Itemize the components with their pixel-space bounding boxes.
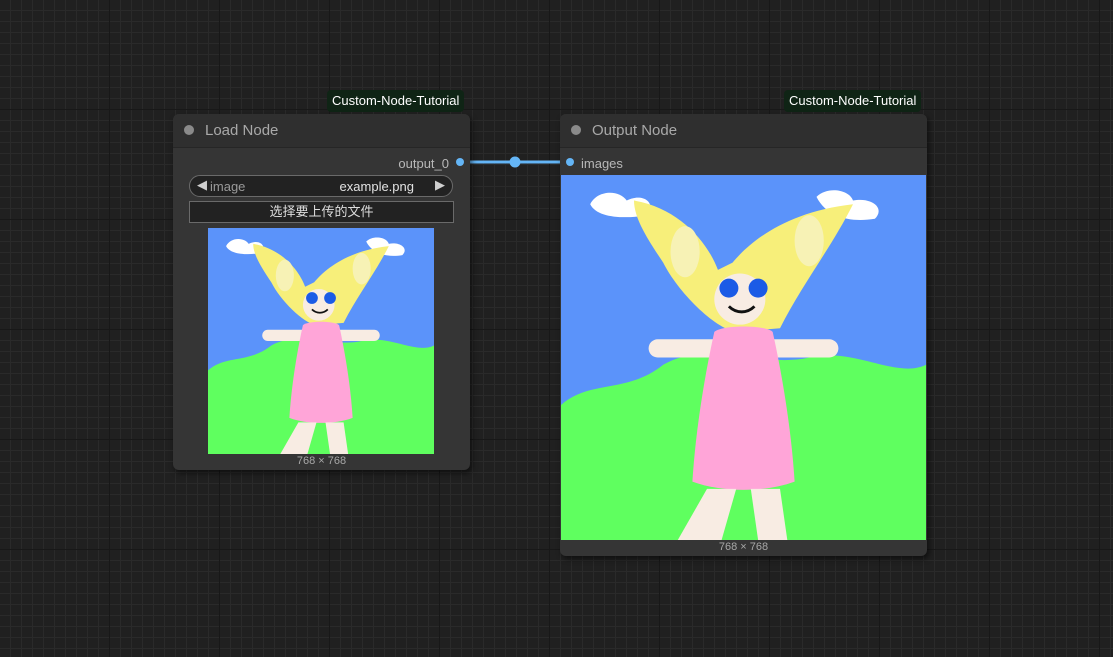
input-slot-label: images bbox=[581, 156, 623, 171]
load-node-title: Load Node bbox=[205, 122, 279, 139]
triangle-right-icon[interactable]: ▶ bbox=[435, 177, 445, 193]
load-preview-image bbox=[208, 228, 434, 454]
output-node-title-bar[interactable]: Output Node bbox=[560, 114, 927, 148]
upload-button[interactable]: 选择要上传的文件 bbox=[189, 201, 454, 223]
image-combo-widget[interactable]: ◀ image example.png ▶ bbox=[189, 175, 453, 197]
load-node-title-bar[interactable]: Load Node bbox=[173, 114, 470, 148]
combo-value: example.png bbox=[339, 179, 414, 194]
output-node[interactable]: Output Node images 768 × 768 bbox=[560, 114, 927, 556]
output-node-title: Output Node bbox=[592, 122, 678, 139]
load-image-dims: 768 × 768 bbox=[296, 455, 347, 467]
input-slot-dot-icon[interactable] bbox=[566, 158, 574, 166]
load-node[interactable]: Load Node output_0 ◀ image example.png ▶… bbox=[173, 114, 470, 470]
collapse-dot-icon[interactable] bbox=[184, 125, 194, 135]
load-node-badge: Custom-Node-Tutorial bbox=[327, 90, 465, 112]
output-node-badge: Custom-Node-Tutorial bbox=[784, 90, 922, 112]
output-image-dims: 768 × 768 bbox=[718, 541, 769, 553]
output-slot-label: output_0 bbox=[398, 156, 449, 171]
collapse-dot-icon[interactable] bbox=[571, 125, 581, 135]
triangle-left-icon[interactable]: ◀ bbox=[197, 177, 207, 193]
output-preview-image bbox=[561, 175, 926, 540]
node-link[interactable] bbox=[0, 0, 1113, 657]
graph-canvas[interactable]: Custom-Node-Tutorial Load Node output_0 … bbox=[0, 0, 1113, 657]
output-slot-dot-icon[interactable] bbox=[456, 158, 464, 166]
combo-name: image bbox=[210, 179, 246, 194]
link-center-dot[interactable] bbox=[509, 156, 521, 168]
